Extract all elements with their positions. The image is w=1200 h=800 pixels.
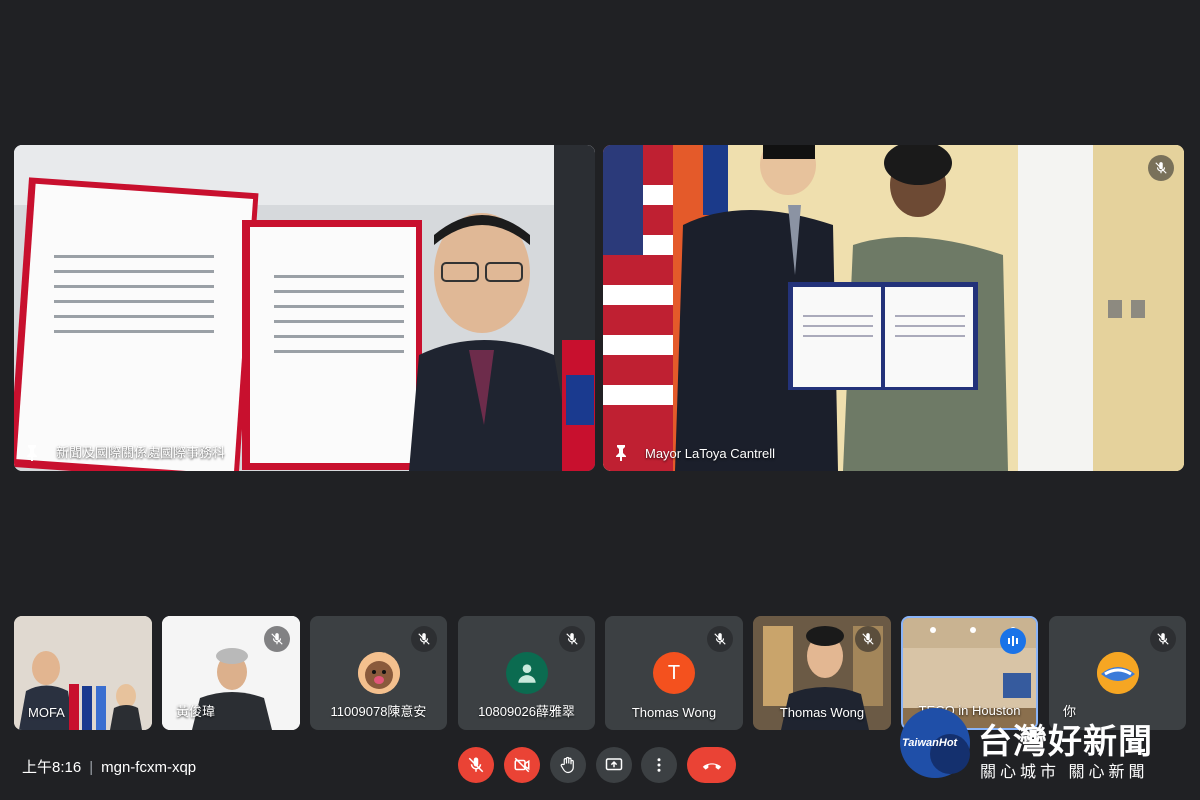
camera-off-icon	[514, 757, 530, 773]
mic-off-icon	[418, 633, 430, 645]
video-frame-left	[14, 145, 595, 471]
thumbnail-participant-2[interactable]: 黃俊瑋	[162, 616, 300, 730]
raise-hand-icon	[560, 756, 574, 774]
participant-name: Mayor LaToya Cantrell	[645, 446, 776, 461]
person-icon	[517, 664, 536, 683]
speaking-indicator	[1000, 628, 1026, 654]
present-icon	[605, 758, 623, 771]
main-tile-left[interactable]: 新聞及國際關係處國際事務科	[14, 145, 595, 471]
mic-off-indicator	[707, 626, 733, 652]
thumbnail-participant-4[interactable]: 10809026薛雅翠	[458, 616, 595, 730]
participant-name: 11009078陳意安	[330, 704, 427, 719]
mic-off-indicator	[855, 626, 881, 652]
mic-off-indicator	[559, 626, 585, 652]
participant-name: 10809026薛雅翠	[478, 704, 575, 719]
thumbnail-mofa[interactable]: MOFA	[14, 616, 152, 730]
mic-off-icon	[714, 633, 726, 645]
participant-name: Thomas Wong	[779, 705, 865, 720]
main-tile-right[interactable]: Mayor LaToya Cantrell	[603, 145, 1184, 471]
end-call-icon	[702, 763, 721, 770]
mic-off-icon	[1155, 162, 1167, 174]
raise-hand-button[interactable]	[550, 747, 586, 783]
mic-off-icon	[468, 757, 484, 773]
more-icon	[657, 758, 661, 772]
watermark: TaiwanHot 台灣好新聞 關心城市 關心新聞	[898, 706, 1198, 796]
bear-avatar-icon	[357, 652, 400, 694]
participant-name: 新聞及國際關係處國際事務科	[56, 445, 226, 460]
avatar	[357, 652, 400, 694]
participant-name: 黃俊瑋	[176, 704, 216, 719]
avatar: T	[653, 652, 695, 694]
mic-off-icon	[271, 633, 283, 645]
separator: |	[89, 759, 94, 776]
microphone-button[interactable]	[458, 747, 494, 783]
video-frame-right	[603, 145, 1184, 471]
mic-off-indicator	[264, 626, 290, 652]
participant-name: MOFA	[28, 705, 65, 720]
thumbnail-participant-5[interactable]: T Thomas Wong	[605, 616, 743, 730]
meeting-info: 上午8:16 | mgn-fcxm-xqp	[22, 756, 196, 777]
mic-off-indicator	[1150, 626, 1176, 652]
mic-off-indicator	[411, 626, 437, 652]
pin-icon[interactable]	[615, 445, 627, 461]
present-button[interactable]	[596, 747, 632, 783]
pin-icon[interactable]	[26, 445, 38, 461]
avatar	[1096, 652, 1139, 694]
mic-off-icon	[566, 633, 578, 645]
avatar	[505, 652, 548, 694]
meeting-code[interactable]: mgn-fcxm-xqp	[101, 759, 196, 776]
end-call-button[interactable]	[687, 747, 736, 783]
thumbnail-participant-3[interactable]: 11009078陳意安	[310, 616, 447, 730]
avatar-icon	[1096, 652, 1139, 694]
mic-off-icon	[1157, 633, 1169, 645]
watermark-brand: TaiwanHot	[902, 737, 958, 749]
watermark-subtitle: 關心城市 關心新聞	[980, 764, 1149, 781]
watermark-title: 台灣好新聞	[978, 723, 1153, 761]
camera-button[interactable]	[504, 747, 540, 783]
meeting-time: 上午8:16	[22, 759, 82, 776]
thumbnail-participant-6[interactable]: Thomas Wong	[753, 616, 891, 730]
participant-name: Thomas Wong	[631, 705, 717, 720]
mic-off-icon	[862, 633, 874, 645]
speaking-icon	[1008, 636, 1018, 646]
mic-off-indicator	[1148, 155, 1174, 181]
more-options-button[interactable]	[641, 747, 677, 783]
